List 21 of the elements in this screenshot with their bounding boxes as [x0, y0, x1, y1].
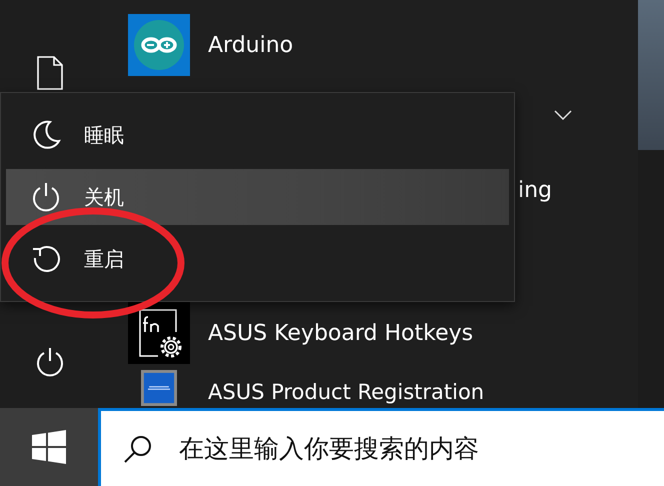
app-list-item[interactable]: ASUS Keyboard Hotkeys — [128, 302, 638, 364]
fn-gear-icon — [128, 302, 190, 364]
start-button[interactable] — [0, 408, 98, 486]
app-name: Arduino — [208, 32, 294, 58]
restart-icon — [30, 243, 62, 275]
power-icon — [30, 181, 62, 213]
power-menu-item[interactable]: 关机 — [6, 169, 509, 225]
app-list-item[interactable]: ASUS Product Registration — [128, 370, 638, 406]
chevron-down-icon[interactable] — [554, 110, 572, 120]
windows-logo-icon — [32, 430, 66, 464]
app-list-item[interactable]: Arduino — [128, 14, 638, 76]
infinity-logo-icon — [128, 14, 190, 76]
app-name: ASUS Keyboard Hotkeys — [208, 320, 474, 346]
app-name: ing — [518, 178, 552, 202]
power-menu-item[interactable]: 重启 — [6, 231, 509, 287]
app-name: ASUS Product Registration — [208, 379, 484, 405]
power-icon[interactable] — [34, 346, 66, 378]
search-box[interactable]: 在这里输入你要搜索的内容 — [98, 408, 664, 486]
power-menu-item[interactable]: 睡眠 — [6, 107, 509, 163]
search-icon — [123, 434, 153, 464]
document-icon[interactable] — [37, 56, 63, 90]
